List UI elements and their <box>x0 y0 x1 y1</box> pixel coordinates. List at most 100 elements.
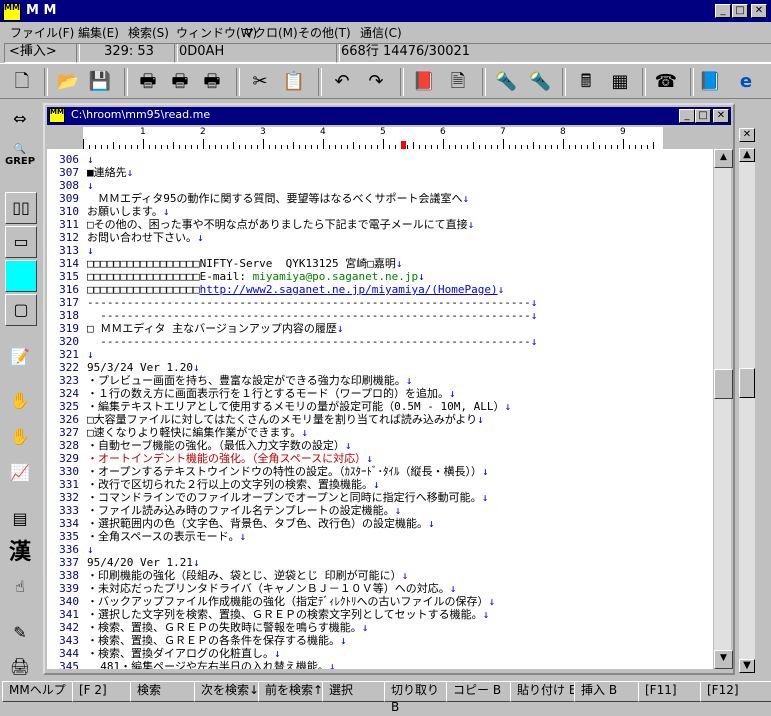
paste-icon[interactable]: 📋 <box>280 68 308 96</box>
phone-icon[interactable]: ☎ <box>652 68 680 96</box>
menu-search[interactable]: 検索(S) <box>128 24 169 41</box>
grep-button[interactable]: 🔍 GREP <box>5 144 35 174</box>
calculator-icon[interactable]: 🖩 <box>572 68 600 96</box>
outer-scroll-up[interactable]: ▲ <box>739 148 755 162</box>
text-line[interactable]: 309 ＭＭエディタ95の動作に関する質問、要望等はなるべくサポート会議室へ↓ <box>47 192 713 205</box>
table-icon[interactable]: ▤ <box>5 504 35 534</box>
menu-edit[interactable]: 編集(E) <box>78 24 119 41</box>
text-line[interactable]: 318 ------------------------------------… <box>47 309 713 322</box>
text-line[interactable]: 313 ↓ <box>47 244 713 257</box>
form-icon[interactable]: ▦ <box>606 68 634 96</box>
open-file-icon[interactable]: 📂 <box>54 68 82 96</box>
new-file-icon[interactable]: 🗋 <box>8 68 36 96</box>
text-line[interactable]: 327 □速くなりより軽快に編集作業ができます。↓ <box>47 426 713 439</box>
menu-comm[interactable]: 通信(C) <box>360 24 402 41</box>
menu-other[interactable]: その他(T) <box>298 24 351 41</box>
text-line[interactable]: 345 481・編集ページや左右半日の入れ替え機能。↓ <box>47 660 713 669</box>
help-book-icon[interactable]: 📘 <box>696 68 724 96</box>
outer-scroll-down[interactable]: ▼ <box>739 659 755 673</box>
fkey-f11[interactable]: [F11] <box>638 681 706 702</box>
fkey-cut[interactable]: 切り取り B <box>384 681 452 714</box>
chart-icon[interactable]: 📈 <box>5 458 35 488</box>
fkey-search-next[interactable]: 次を検索↓ <box>194 681 264 702</box>
print-icon[interactable]: 🖶 <box>134 68 162 96</box>
fkey-insert[interactable]: 挿入 B <box>574 681 644 702</box>
text-line[interactable]: 331 ・改行で区切られた２行以上の文字列の検索、置換機能。↓ <box>47 478 713 491</box>
doc-close-button[interactable]: ✕ <box>713 109 729 123</box>
doc-maximize-button[interactable]: □ <box>695 109 711 123</box>
fkey-select[interactable]: 選択 <box>322 681 390 702</box>
fkey-search[interactable]: 検索 <box>130 681 200 702</box>
close-button[interactable]: ✕ <box>751 4 767 18</box>
print-setup-icon[interactable]: 🖶 <box>198 68 226 96</box>
text-line[interactable]: 340 ・バックアップファイル作成機能の強化（指定ﾃﾞｨﾚｸﾄﾘへの古いファイルの… <box>47 595 713 608</box>
print-tool-icon[interactable]: 🖨 <box>5 652 35 682</box>
text-line[interactable]: 329 ・オートインデント機能の強化。（全角スペースに対応）↓ <box>47 452 713 465</box>
text-line[interactable]: 306 ↓ <box>47 153 713 166</box>
text-line[interactable]: 315 □□□□□□□□□□□□□□□□□E-mail: miyamiya@po.… <box>47 270 713 283</box>
text-line[interactable]: 314 □□□□□□□□□□□□□□□□□NIFTY-Serve QYK13125… <box>47 257 713 270</box>
hand-icon[interactable]: ☝ <box>5 572 35 602</box>
text-line[interactable]: 333 ・ファイル読み込み時のファイル名テンプレートの設定機能。↓ <box>47 504 713 517</box>
doc-minimize-button[interactable]: _ <box>679 109 695 123</box>
text-line[interactable]: 321 ↓ <box>47 348 713 361</box>
text-line[interactable]: 307 ■連絡先↓ <box>47 166 713 179</box>
split-vertical-icon[interactable]: ▯▯ <box>5 192 37 224</box>
text-line[interactable]: 332 ・コマンドラインでのファイルオープンでオープンと同時に指定行へ移動可能。↓ <box>47 491 713 504</box>
undo-icon[interactable]: ↶ <box>328 68 356 96</box>
text-line[interactable]: 324 ・１行の数え方に画面表示行を１行とするモード（ワープロ的）を追加。↓ <box>47 387 713 400</box>
browser-icon[interactable]: e <box>732 68 760 96</box>
text-line[interactable]: 325 ・編集テキストエリアとして使用するメモリの量が設定可能（0.5M - 10… <box>47 400 713 413</box>
text-line[interactable]: 316 □□□□□□□□□□□□□□□□□http://www2.saganet.… <box>47 283 713 296</box>
window-icon[interactable]: ▢ <box>5 294 37 326</box>
fkey-f2[interactable]: [F 2] <box>72 681 136 702</box>
text-line[interactable]: 334 ・選択範囲内の色（文字色、背景色、タブ色、改行色）の設定機能。↓ <box>47 517 713 530</box>
redo-icon[interactable]: ↷ <box>362 68 390 96</box>
doc-icon[interactable]: MM <box>49 108 65 123</box>
kanji-icon[interactable]: 漢 <box>5 538 35 568</box>
window-cyan-icon[interactable] <box>5 260 37 292</box>
eraser-icon[interactable]: ✎ <box>5 618 35 648</box>
save-file-icon[interactable]: 💾 <box>86 68 114 96</box>
outer-close-button[interactable]: ✕ <box>739 128 755 142</box>
split-horizontal-icon[interactable]: ▭ <box>5 226 37 258</box>
scroll-down-arrow[interactable]: ▼ <box>714 650 733 669</box>
menu-macro[interactable]: マクロ(M) <box>242 24 298 41</box>
outer-scrollbar[interactable]: ✕ ▲ ▼ <box>737 124 759 679</box>
fkey-f12[interactable]: [F12] <box>700 681 771 702</box>
outer-scroll-thumb[interactable] <box>739 368 755 398</box>
book-icon[interactable]: 📕 <box>410 68 438 96</box>
text-line[interactable]: 326 □大容量ファイルに対してはたくさんのメモリ量を割り当てれば読み込みがより↓ <box>47 413 713 426</box>
text-line[interactable]: 330 ・オープンするテキストウインドウの特性の設定。（ｶｽﾀｰﾄﾞ･ﾀｲﾙ（縦長… <box>47 465 713 478</box>
text-line[interactable]: 343 ・検索、置換、ＧＲＥＰの各条件を保存する機能。↓ <box>47 634 713 647</box>
text-line[interactable]: 317 -------------------------------------… <box>47 296 713 309</box>
macro1-icon[interactable]: ✋ <box>5 386 35 416</box>
text-line[interactable]: 335 ・全角スペースの表示モード。↓ <box>47 530 713 543</box>
text-line[interactable]: 336 ↓ <box>47 543 713 556</box>
url-link[interactable]: http://www2.saganet.ne.jp/miyamiya/(Home… <box>200 283 498 296</box>
text-editor[interactable]: 306 ↓ 307 ■連絡先↓ 308 ↓ 309 ＭＭエディタ95の動作に関する質問、要望… <box>47 149 713 669</box>
text-line[interactable]: 323 ・プレビュー画面を持ち、豊富な設定ができる強力な印刷機能。↓ <box>47 374 713 387</box>
text-line[interactable]: 344 ・検索、置換ダイアログの化粧直し。↓ <box>47 647 713 660</box>
fkey-help[interactable]: MMヘルプ <box>2 681 78 702</box>
vertical-scrollbar[interactable]: ▲ ▼ <box>714 149 733 669</box>
text-line[interactable]: 312 お問い合わせ下さい。↓ <box>47 231 713 244</box>
scroll-thumb[interactable] <box>714 369 733 399</box>
text-line[interactable]: 341 ・選択した文字列を検索、置換、ＧＲＥＰの検索文字列としてセットする機能。↓ <box>47 608 713 621</box>
search-up-icon[interactable]: 🔦 <box>526 68 554 96</box>
cut-icon[interactable]: ✂ <box>246 68 274 96</box>
text-line[interactable]: 310 お願いします。↓ <box>47 205 713 218</box>
fkey-search-prev[interactable]: 前を検索↑ <box>258 681 328 702</box>
text-line[interactable]: 308 ↓ <box>47 179 713 192</box>
text-line[interactable]: 337 95/4/20 Ver 1.21↓ <box>47 556 713 569</box>
fkey-paste[interactable]: 貼り付け B <box>510 681 580 702</box>
fkey-copy[interactable]: コピー B <box>446 681 516 702</box>
maximize-button[interactable]: □ <box>732 4 748 18</box>
text-line[interactable]: 311 □その他の、困った事や不明な点がありましたら下記まで電子メールにて直接↓ <box>47 218 713 231</box>
minimize-button[interactable]: _ <box>715 4 731 18</box>
text-line[interactable]: 342 ・検索、置換、ＧＲＥＰの失敗時に警報を鳴らす機能。↓ <box>47 621 713 634</box>
text-line[interactable]: 322 95/3/24 Ver 1.20↓ <box>47 361 713 374</box>
text-line[interactable]: 339 ・未対応だったプリンタドライバ（キャノンＢＪ－１０Ｖ等）への対応。↓ <box>47 582 713 595</box>
text-line[interactable]: 328 ・自動セーブ機能の強化。（最低入力文字数の設定）↓ <box>47 439 713 452</box>
text-line[interactable]: 338 ・印刷機能の強化（段組み、袋とじ、逆袋とじ 印刷が可能に）↓ <box>47 569 713 582</box>
